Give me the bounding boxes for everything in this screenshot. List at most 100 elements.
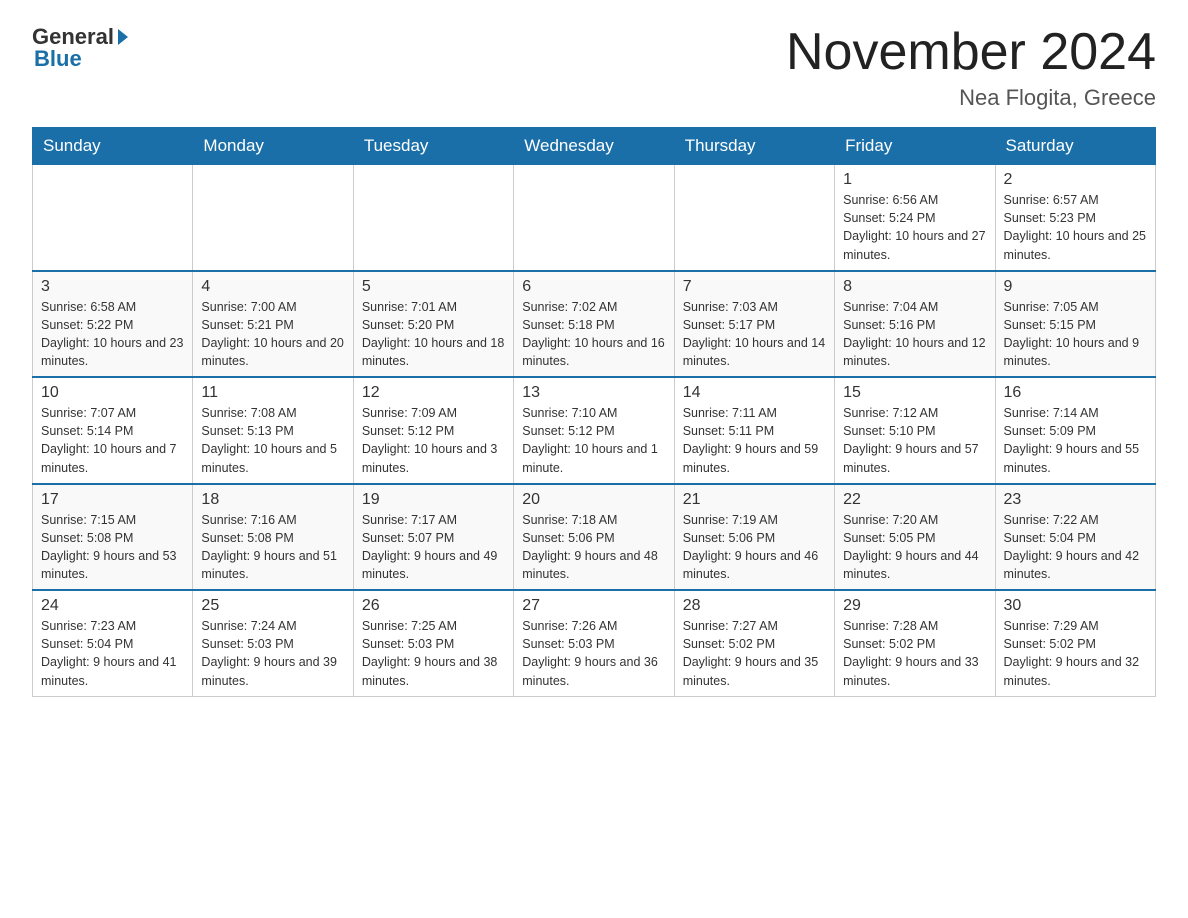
day-number: 12: [362, 384, 505, 402]
day-info: Sunrise: 6:56 AMSunset: 5:24 PMDaylight:…: [843, 191, 986, 264]
day-info: Sunrise: 7:09 AMSunset: 5:12 PMDaylight:…: [362, 404, 505, 477]
weekday-header-tuesday: Tuesday: [353, 128, 513, 165]
calendar-day-cell: 14 Sunrise: 7:11 AMSunset: 5:11 PMDayligh…: [674, 377, 834, 484]
calendar-week-row: 24 Sunrise: 7:23 AMSunset: 5:04 PMDayligh…: [33, 590, 1156, 696]
day-number: 19: [362, 491, 505, 509]
calendar-day-cell: 18 Sunrise: 7:16 AMSunset: 5:08 PMDayligh…: [193, 484, 353, 591]
day-info: Sunrise: 7:24 AMSunset: 5:03 PMDaylight:…: [201, 617, 344, 690]
day-info: Sunrise: 7:00 AMSunset: 5:21 PMDaylight:…: [201, 298, 344, 371]
day-info: Sunrise: 7:26 AMSunset: 5:03 PMDaylight:…: [522, 617, 665, 690]
day-info: Sunrise: 7:25 AMSunset: 5:03 PMDaylight:…: [362, 617, 505, 690]
calendar-day-cell: [353, 165, 513, 271]
calendar-day-cell: 12 Sunrise: 7:09 AMSunset: 5:12 PMDayligh…: [353, 377, 513, 484]
day-info: Sunrise: 7:05 AMSunset: 5:15 PMDaylight:…: [1004, 298, 1147, 371]
calendar-day-cell: [514, 165, 674, 271]
day-number: 30: [1004, 597, 1147, 615]
calendar-day-cell: 8Sunrise: 7:04 AMSunset: 5:16 PMDaylight…: [835, 271, 995, 378]
day-number: 14: [683, 384, 826, 402]
day-info: Sunrise: 7:22 AMSunset: 5:04 PMDaylight:…: [1004, 511, 1147, 584]
day-number: 1: [843, 171, 986, 189]
day-info: Sunrise: 7:10 AMSunset: 5:12 PMDaylight:…: [522, 404, 665, 477]
day-number: 5: [362, 278, 505, 296]
calendar-day-cell: 27 Sunrise: 7:26 AMSunset: 5:03 PMDayligh…: [514, 590, 674, 696]
day-info: Sunrise: 7:15 AMSunset: 5:08 PMDaylight:…: [41, 511, 184, 584]
calendar-day-cell: 20 Sunrise: 7:18 AMSunset: 5:06 PMDayligh…: [514, 484, 674, 591]
weekday-header-monday: Monday: [193, 128, 353, 165]
day-number: 20: [522, 491, 665, 509]
weekday-header-wednesday: Wednesday: [514, 128, 674, 165]
day-info: Sunrise: 7:16 AMSunset: 5:08 PMDaylight:…: [201, 511, 344, 584]
day-number: 10: [41, 384, 184, 402]
calendar-day-cell: 19 Sunrise: 7:17 AMSunset: 5:07 PMDayligh…: [353, 484, 513, 591]
calendar-day-cell: 28Sunrise: 7:27 AMSunset: 5:02 PMDayligh…: [674, 590, 834, 696]
calendar-day-cell: [674, 165, 834, 271]
day-number: 24: [41, 597, 184, 615]
day-info: Sunrise: 7:08 AMSunset: 5:13 PMDaylight:…: [201, 404, 344, 477]
calendar-day-cell: 10 Sunrise: 7:07 AMSunset: 5:14 PMDayligh…: [33, 377, 193, 484]
day-number: 28: [683, 597, 826, 615]
calendar-day-cell: [33, 165, 193, 271]
logo-blue: Blue: [32, 46, 82, 72]
logo-arrow-icon: [118, 29, 128, 45]
calendar-week-row: 10 Sunrise: 7:07 AMSunset: 5:14 PMDayligh…: [33, 377, 1156, 484]
day-number: 2: [1004, 171, 1147, 189]
calendar-day-cell: 9 Sunrise: 7:05 AMSunset: 5:15 PMDaylight…: [995, 271, 1155, 378]
day-number: 21: [683, 491, 826, 509]
calendar-day-cell: 3 Sunrise: 6:58 AMSunset: 5:22 PMDaylight…: [33, 271, 193, 378]
day-info: Sunrise: 7:11 AMSunset: 5:11 PMDaylight:…: [683, 404, 826, 477]
day-info: Sunrise: 7:18 AMSunset: 5:06 PMDaylight:…: [522, 511, 665, 584]
day-info: Sunrise: 7:29 AMSunset: 5:02 PMDaylight:…: [1004, 617, 1147, 690]
calendar-day-cell: 1 Sunrise: 6:56 AMSunset: 5:24 PMDaylight…: [835, 165, 995, 271]
calendar-day-cell: 29Sunrise: 7:28 AMSunset: 5:02 PMDayligh…: [835, 590, 995, 696]
page-header: General Blue November 2024 Nea Flogita, …: [32, 24, 1156, 111]
day-info: Sunrise: 7:28 AMSunset: 5:02 PMDaylight:…: [843, 617, 986, 690]
day-info: Sunrise: 7:14 AMSunset: 5:09 PMDaylight:…: [1004, 404, 1147, 477]
calendar-day-cell: 5 Sunrise: 7:01 AMSunset: 5:20 PMDaylight…: [353, 271, 513, 378]
day-number: 15: [843, 384, 986, 402]
day-number: 4: [201, 278, 344, 296]
day-info: Sunrise: 7:19 AMSunset: 5:06 PMDaylight:…: [683, 511, 826, 584]
day-info: Sunrise: 6:58 AMSunset: 5:22 PMDaylight:…: [41, 298, 184, 371]
calendar-day-cell: 11 Sunrise: 7:08 AMSunset: 5:13 PMDayligh…: [193, 377, 353, 484]
calendar-day-cell: 21 Sunrise: 7:19 AMSunset: 5:06 PMDayligh…: [674, 484, 834, 591]
calendar-day-cell: 7 Sunrise: 7:03 AMSunset: 5:17 PMDaylight…: [674, 271, 834, 378]
day-number: 25: [201, 597, 344, 615]
calendar-day-cell: 16 Sunrise: 7:14 AMSunset: 5:09 PMDayligh…: [995, 377, 1155, 484]
day-number: 22: [843, 491, 986, 509]
day-number: 27: [522, 597, 665, 615]
calendar-day-cell: 25 Sunrise: 7:24 AMSunset: 5:03 PMDayligh…: [193, 590, 353, 696]
day-info: Sunrise: 7:23 AMSunset: 5:04 PMDaylight:…: [41, 617, 184, 690]
calendar-day-cell: 23 Sunrise: 7:22 AMSunset: 5:04 PMDayligh…: [995, 484, 1155, 591]
day-number: 7: [683, 278, 826, 296]
weekday-header-friday: Friday: [835, 128, 995, 165]
calendar-header-row: SundayMondayTuesdayWednesdayThursdayFrid…: [33, 128, 1156, 165]
day-number: 6: [522, 278, 665, 296]
day-number: 9: [1004, 278, 1147, 296]
calendar-day-cell: 26Sunrise: 7:25 AMSunset: 5:03 PMDayligh…: [353, 590, 513, 696]
day-info: Sunrise: 7:17 AMSunset: 5:07 PMDaylight:…: [362, 511, 505, 584]
day-number: 17: [41, 491, 184, 509]
day-info: Sunrise: 7:07 AMSunset: 5:14 PMDaylight:…: [41, 404, 184, 477]
calendar-week-row: 1 Sunrise: 6:56 AMSunset: 5:24 PMDaylight…: [33, 165, 1156, 271]
weekday-header-sunday: Sunday: [33, 128, 193, 165]
day-number: 23: [1004, 491, 1147, 509]
logo: General Blue: [32, 24, 128, 72]
calendar-table: SundayMondayTuesdayWednesdayThursdayFrid…: [32, 127, 1156, 697]
day-number: 18: [201, 491, 344, 509]
day-number: 11: [201, 384, 344, 402]
calendar-day-cell: 24 Sunrise: 7:23 AMSunset: 5:04 PMDayligh…: [33, 590, 193, 696]
day-number: 13: [522, 384, 665, 402]
day-info: Sunrise: 7:20 AMSunset: 5:05 PMDaylight:…: [843, 511, 986, 584]
calendar-day-cell: 6Sunrise: 7:02 AMSunset: 5:18 PMDaylight…: [514, 271, 674, 378]
weekday-header-saturday: Saturday: [995, 128, 1155, 165]
calendar-day-cell: 15Sunrise: 7:12 AMSunset: 5:10 PMDayligh…: [835, 377, 995, 484]
day-info: Sunrise: 7:01 AMSunset: 5:20 PMDaylight:…: [362, 298, 505, 371]
calendar-day-cell: 30 Sunrise: 7:29 AMSunset: 5:02 PMDayligh…: [995, 590, 1155, 696]
title-section: November 2024 Nea Flogita, Greece: [786, 24, 1156, 111]
day-info: Sunrise: 7:04 AMSunset: 5:16 PMDaylight:…: [843, 298, 986, 371]
calendar-week-row: 3 Sunrise: 6:58 AMSunset: 5:22 PMDaylight…: [33, 271, 1156, 378]
day-info: Sunrise: 7:03 AMSunset: 5:17 PMDaylight:…: [683, 298, 826, 371]
day-number: 3: [41, 278, 184, 296]
day-info: Sunrise: 6:57 AMSunset: 5:23 PMDaylight:…: [1004, 191, 1147, 264]
day-number: 16: [1004, 384, 1147, 402]
